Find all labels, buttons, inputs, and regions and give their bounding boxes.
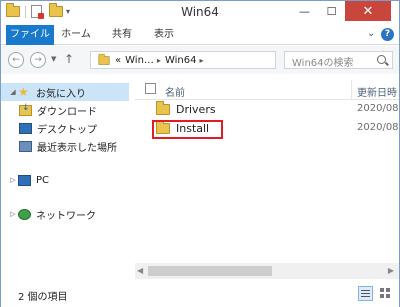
horizontal-scrollbar[interactable]: ◀ ▶ [135, 263, 399, 279]
scroll-left-arrow-icon[interactable]: ◀ [137, 266, 143, 275]
title-bar: ▾ Win64 — ☐ ✕ [1, 1, 399, 25]
network-icon [18, 208, 31, 220]
large-icons-view-icon[interactable] [378, 286, 393, 301]
item-count: 2 個の項目 [18, 292, 68, 303]
maximize-button[interactable]: ☐ [318, 1, 345, 21]
forward-button[interactable]: → [30, 52, 46, 68]
breadcrumb-overflow[interactable]: « [115, 55, 121, 66]
search-icon[interactable] [377, 55, 386, 64]
download-folder-icon [19, 103, 32, 116]
tab-file[interactable]: ファイル [6, 25, 54, 45]
column-header-date[interactable]: 更新日時 [357, 84, 397, 99]
tab-home[interactable]: ホーム [59, 25, 93, 45]
expand-ribbon-chevron-icon[interactable]: ⌄ [367, 28, 375, 39]
scrollbar-thumb[interactable] [148, 266, 272, 276]
file-list: 名前 更新日時 Drivers 2020/08 Install 2020/08 [135, 74, 399, 279]
tab-view[interactable]: 表示 [149, 25, 179, 45]
folder-icon [98, 53, 110, 65]
breadcrumb-win[interactable]: Win… [125, 55, 154, 66]
help-icon[interactable]: ? [381, 28, 394, 41]
back-button[interactable]: ← [8, 52, 24, 68]
select-all-checkbox[interactable] [145, 83, 156, 94]
nav-item-label: PC [36, 174, 50, 186]
address-bar[interactable]: « Win… ▸ Win64 ▸ ▾ ↻ [90, 51, 358, 69]
recent-locations-chevron-icon[interactable]: ▼ [51, 55, 56, 63]
search-input[interactable]: Win64の検索 [284, 51, 393, 69]
nav-item-label: ネットワーク [36, 210, 96, 222]
nav-item-label: デスクトップ [37, 124, 97, 136]
breadcrumb-separator-icon[interactable]: ▸ [157, 56, 161, 65]
highlight-box [152, 120, 223, 139]
nav-item-label: お気に入り [36, 88, 86, 100]
nav-item-pc[interactable]: ▷ PC [1, 171, 129, 189]
navigation-pane: ◢ ★ お気に入り ダウンロード デスクトップ 最近表示した場所 ▷ PC ▷ … [1, 74, 131, 279]
recent-places-icon [19, 140, 32, 152]
column-divider[interactable] [351, 80, 352, 100]
expand-arrow-icon[interactable]: ▷ [8, 210, 18, 218]
file-date: 2020/08 [357, 122, 399, 133]
tab-share[interactable]: 共有 [107, 25, 137, 45]
nav-item-network[interactable]: ▷ ネットワーク [1, 205, 129, 223]
file-date: 2020/08 [357, 103, 399, 114]
up-arrow-icon[interactable]: ↑ [64, 52, 74, 66]
minimize-button[interactable]: — [291, 1, 318, 21]
folder-icon [156, 101, 170, 115]
details-view-icon[interactable] [358, 286, 373, 301]
column-header-name[interactable]: 名前 [165, 84, 185, 99]
nav-item-favorites[interactable]: ◢ ★ お気に入り [1, 83, 129, 101]
search-placeholder: Win64の検索 [292, 58, 354, 69]
explorer-window: ▾ Win64 — ☐ ✕ ファイル ホーム 共有 表示 ⌄ ? ← → ▼ ↑… [0, 0, 400, 307]
expand-arrow-icon[interactable]: ▷ [8, 176, 18, 184]
scroll-right-arrow-icon[interactable]: ▶ [388, 266, 394, 275]
column-header-row: 名前 更新日時 [135, 80, 399, 100]
nav-item-label: 最近表示した場所 [37, 142, 117, 154]
nav-item-desktop[interactable]: デスクトップ [1, 119, 129, 137]
nav-item-recent-places[interactable]: 最近表示した場所 [1, 137, 129, 155]
close-button[interactable]: ✕ [345, 1, 391, 21]
nav-item-downloads[interactable]: ダウンロード [1, 101, 129, 119]
star-icon: ★ [18, 84, 29, 99]
pc-icon [18, 174, 31, 186]
breadcrumb-separator-icon[interactable]: ▸ [199, 56, 203, 65]
ribbon-tabs: ファイル ホーム 共有 表示 ⌄ ? [1, 25, 399, 45]
address-toolbar: ← → ▼ ↑ « Win… ▸ Win64 ▸ ▾ ↻ Win64の検索 [1, 46, 399, 74]
file-row[interactable]: Drivers 2020/08 [135, 100, 399, 118]
status-bar: 2 個の項目 [1, 281, 399, 307]
collapse-arrow-icon[interactable]: ◢ [8, 88, 18, 96]
file-name[interactable]: Drivers [176, 103, 216, 116]
breadcrumb-win64[interactable]: Win64 [165, 55, 197, 66]
nav-item-label: ダウンロード [37, 106, 97, 118]
desktop-icon [19, 122, 32, 134]
